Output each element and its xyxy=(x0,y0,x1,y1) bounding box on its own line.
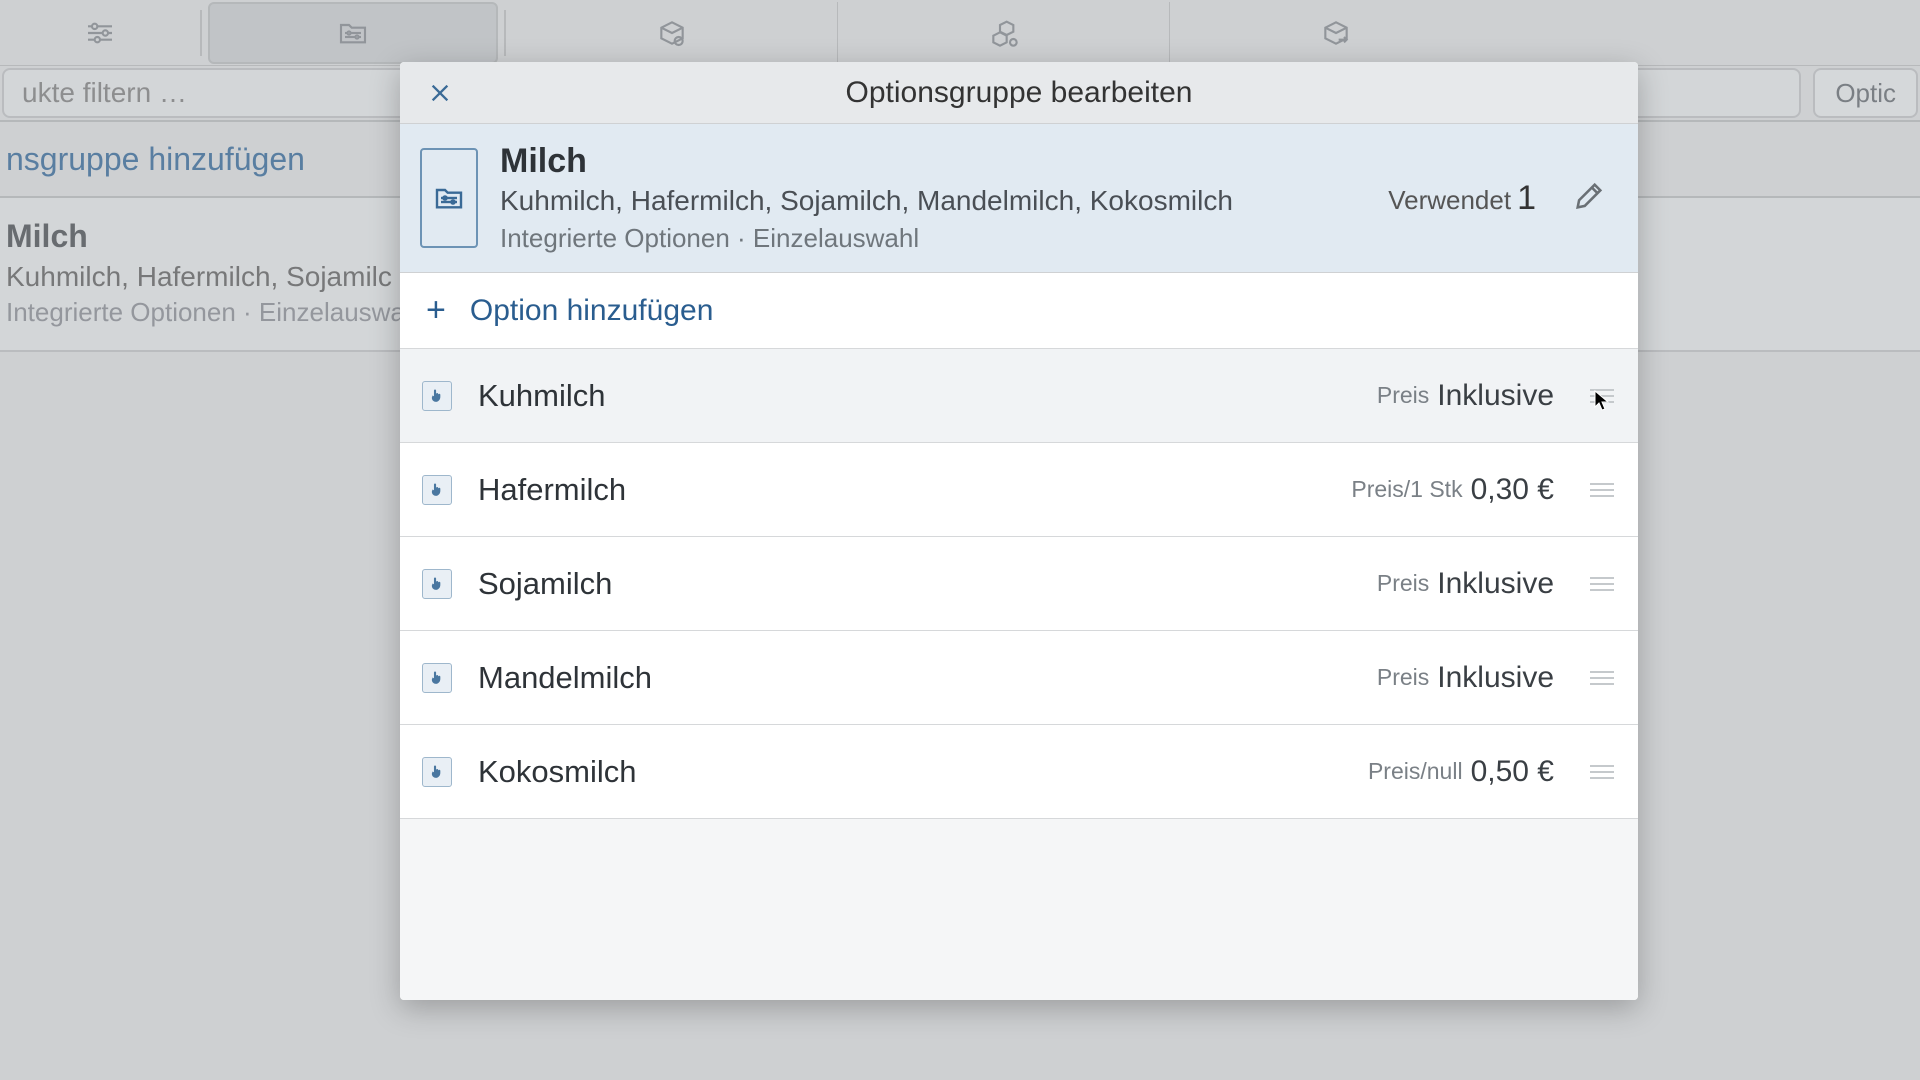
hand-icon xyxy=(429,387,446,404)
pencil-icon xyxy=(1572,179,1606,213)
price-label: Preis/1 Stk xyxy=(1351,476,1462,503)
edit-button[interactable] xyxy=(1572,179,1606,218)
drag-handle[interactable] xyxy=(1590,667,1614,689)
group-items: Kuhmilch, Hafermilch, Sojamilch, Mandelm… xyxy=(500,185,1388,217)
option-row[interactable]: KuhmilchPreis Inklusive xyxy=(400,349,1638,443)
option-row[interactable]: HafermilchPreis/1 Stk 0,30 € xyxy=(400,443,1638,537)
group-text: Milch Kuhmilch, Hafermilch, Sojamilch, M… xyxy=(500,142,1388,254)
price-value: 0,30 € xyxy=(1471,473,1554,507)
price-value: Inklusive xyxy=(1437,379,1554,413)
option-thumb xyxy=(422,569,452,599)
option-row[interactable]: MandelmilchPreis Inklusive xyxy=(400,631,1638,725)
option-name: Kuhmilch xyxy=(478,378,1377,414)
modal-title: Optionsgruppe bearbeiten xyxy=(400,76,1638,110)
drag-handle[interactable] xyxy=(1590,479,1614,501)
option-thumb xyxy=(422,663,452,693)
add-option-label: Option hinzufügen xyxy=(470,294,714,328)
option-thumb xyxy=(422,381,452,411)
option-name: Kokosmilch xyxy=(478,754,1368,790)
group-name: Milch xyxy=(500,142,1388,181)
option-name: Hafermilch xyxy=(478,472,1351,508)
price-label: Preis xyxy=(1377,570,1429,597)
hand-icon xyxy=(429,763,446,780)
option-row[interactable]: KokosmilchPreis/null 0,50 € xyxy=(400,725,1638,819)
option-thumb xyxy=(422,757,452,787)
drag-handle[interactable] xyxy=(1590,385,1614,407)
option-name: Mandelmilch xyxy=(478,660,1377,696)
price-label: Preis/null xyxy=(1368,758,1463,785)
price-value: 0,50 € xyxy=(1471,755,1554,789)
option-row[interactable]: SojamilchPreis Inklusive xyxy=(400,537,1638,631)
group-meta: Integrierte Optionen · Einzelauswahl xyxy=(500,223,1388,254)
add-option-row[interactable]: + Option hinzufügen xyxy=(400,273,1638,349)
option-thumb xyxy=(422,475,452,505)
price-value: Inklusive xyxy=(1437,567,1554,601)
option-name: Sojamilch xyxy=(478,566,1377,602)
modal-header: Optionsgruppe bearbeiten xyxy=(400,62,1638,124)
close-button[interactable] xyxy=(420,73,460,113)
hand-icon xyxy=(429,575,446,592)
used-count: Verwendet1 xyxy=(1388,179,1536,218)
close-icon xyxy=(429,82,451,104)
options-folder-icon xyxy=(433,182,465,214)
hand-icon xyxy=(429,481,446,498)
plus-icon: + xyxy=(426,291,446,330)
price-label: Preis xyxy=(1377,382,1429,409)
price-label: Preis xyxy=(1377,664,1429,691)
group-icon xyxy=(420,148,478,248)
edit-group-modal: Optionsgruppe bearbeiten Milch Kuhmilch,… xyxy=(400,62,1638,1000)
hand-icon xyxy=(429,669,446,686)
modal-empty-area xyxy=(400,819,1638,1000)
group-header: Milch Kuhmilch, Hafermilch, Sojamilch, M… xyxy=(400,124,1638,273)
drag-handle[interactable] xyxy=(1590,761,1614,783)
price-value: Inklusive xyxy=(1437,661,1554,695)
drag-handle[interactable] xyxy=(1590,573,1614,595)
